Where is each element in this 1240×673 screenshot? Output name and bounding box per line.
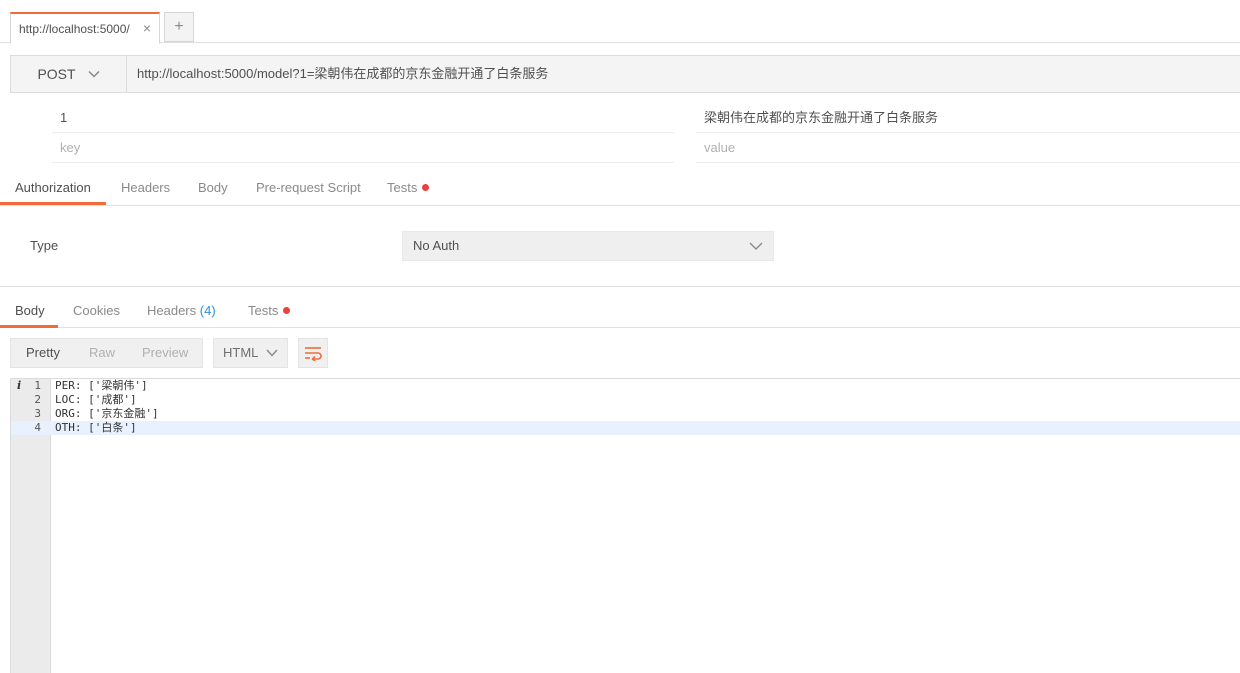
param-key-field[interactable]: 1 xyxy=(52,103,674,133)
tab-headers[interactable]: Headers xyxy=(121,172,170,205)
auth-type-value: No Auth xyxy=(413,238,460,253)
tab-cookies[interactable]: Cookies xyxy=(73,295,120,328)
auth-type-label: Type xyxy=(30,238,59,253)
format-select[interactable]: HTML xyxy=(213,338,288,368)
status-dot-icon xyxy=(422,184,430,192)
param-key-placeholder[interactable]: key xyxy=(52,133,674,163)
preview-button[interactable]: Preview xyxy=(142,339,188,367)
request-tab-label: http://localhost:5000/ xyxy=(19,21,130,36)
method-select[interactable]: POST xyxy=(11,56,127,92)
chevron-down-icon xyxy=(266,349,278,357)
tab-response-tests[interactable]: Tests xyxy=(248,295,291,328)
view-mode-group: Pretty Raw Preview xyxy=(10,338,203,368)
param-row-empty: key value xyxy=(0,133,1240,163)
tab-tests[interactable]: Tests xyxy=(387,172,430,205)
tab-response-body[interactable]: Body xyxy=(0,295,58,328)
code-line-active: 4 OTH: ['白条'] xyxy=(11,421,1240,435)
chevron-down-icon xyxy=(88,70,100,78)
url-input[interactable]: http://localhost:5000/model?1=梁朝伟在成都的京东金… xyxy=(137,56,1237,92)
code-line: 2 LOC: ['成都'] xyxy=(11,393,1240,407)
line-text: LOC: ['成都'] xyxy=(55,393,137,406)
tab-response-headers-label: Headers xyxy=(147,303,197,318)
param-value-field[interactable]: 梁朝伟在成都的京东金融开通了白条服务 xyxy=(696,103,1240,133)
method-label: POST xyxy=(37,66,76,82)
line-text: ORG: ['京东金融'] xyxy=(55,407,159,420)
response-editor[interactable]: i 1 PER: ['梁朝伟'] 2 LOC: ['成都'] 3 ORG: ['… xyxy=(10,378,1240,673)
headers-count-badge: (4) xyxy=(199,303,216,318)
raw-button[interactable]: Raw xyxy=(89,339,115,367)
tab-strip: http://localhost:5000/ × + xyxy=(0,0,1240,44)
wrap-lines-icon xyxy=(305,347,322,361)
line-number: 4 xyxy=(34,421,41,434)
line-number: 1 xyxy=(34,379,41,392)
param-value-placeholder[interactable]: value xyxy=(696,133,1240,163)
tab-response-tests-label: Tests xyxy=(248,303,279,318)
code-line: 3 ORG: ['京东金融'] xyxy=(11,407,1240,421)
line-number: 2 xyxy=(34,393,41,406)
auth-type-select[interactable]: No Auth xyxy=(402,231,774,261)
line-number: 3 xyxy=(34,407,41,420)
line-text: OTH: ['白条'] xyxy=(55,421,137,434)
code-line: i 1 PER: ['梁朝伟'] xyxy=(11,379,1240,393)
tab-pre-request-script[interactable]: Pre-request Script xyxy=(256,172,361,205)
close-icon[interactable]: × xyxy=(143,20,151,36)
tab-body[interactable]: Body xyxy=(198,172,228,205)
wrap-lines-button[interactable] xyxy=(298,338,328,368)
new-tab-button[interactable]: + xyxy=(164,12,194,42)
request-tabs: Authorization Headers Body Pre-request S… xyxy=(0,172,1240,206)
line-text: PER: ['梁朝伟'] xyxy=(55,379,148,392)
response-tabs: Body Cookies Headers (4) Tests xyxy=(0,295,1240,328)
request-tab[interactable]: http://localhost:5000/ × xyxy=(10,12,160,44)
tab-response-headers[interactable]: Headers (4) xyxy=(147,295,216,328)
chevron-down-icon xyxy=(749,242,763,250)
tab-tests-label: Tests xyxy=(387,180,418,195)
tab-authorization[interactable]: Authorization xyxy=(0,172,106,205)
pretty-button[interactable]: Pretty xyxy=(26,339,60,367)
status-dot-icon xyxy=(283,307,291,315)
section-divider xyxy=(0,286,1240,287)
url-bar: POST http://localhost:5000/model?1=梁朝伟在成… xyxy=(10,55,1240,93)
format-value: HTML xyxy=(223,345,259,360)
param-row: 1 梁朝伟在成都的京东金融开通了白条服务 xyxy=(0,103,1240,133)
